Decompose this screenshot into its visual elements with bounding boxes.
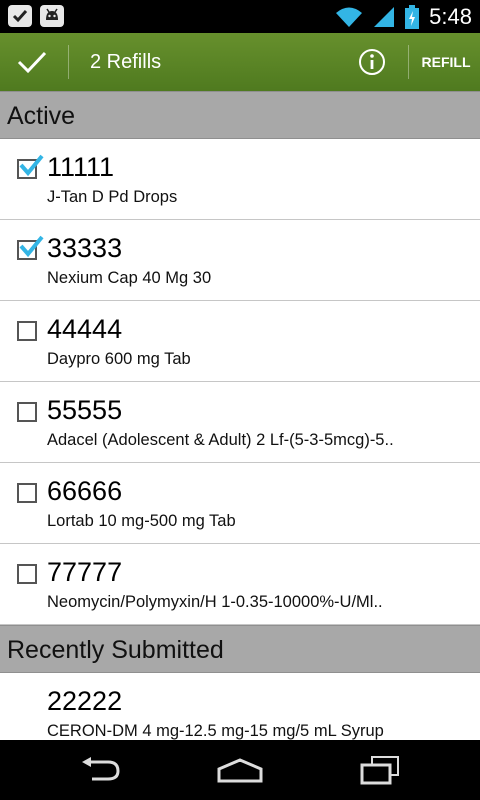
signal-icon	[374, 7, 395, 27]
list-item[interactable]: 11111 J-Tan D Pd Drops	[0, 139, 480, 220]
list-item[interactable]: 66666 Lortab 10 mg-500 mg Tab	[0, 463, 480, 544]
action-bar-divider	[408, 45, 409, 79]
android-notification-icon	[40, 5, 64, 27]
drug-name: Neomycin/Polymyxin/H 1-0.35-10000%-U/Ml.…	[47, 593, 383, 611]
back-icon	[82, 757, 120, 781]
check-icon	[19, 154, 44, 177]
clock: 5:48	[429, 4, 472, 29]
list-item[interactable]: 22222 CERON-DM 4 mg-12.5 mg-15 mg/5 mL S…	[0, 673, 480, 740]
rx-number: 11111	[47, 152, 115, 182]
recent-apps-icon	[360, 756, 399, 785]
done-button[interactable]	[14, 45, 50, 79]
refill-checkbox[interactable]	[17, 235, 44, 260]
home-icon	[217, 758, 263, 783]
done-check-icon	[17, 51, 47, 74]
section-header-recently-submitted: Recently Submitted	[0, 625, 480, 673]
refill-checkbox[interactable]	[17, 483, 37, 503]
home-button[interactable]	[210, 752, 270, 788]
status-bar: 5:48	[0, 0, 480, 33]
drug-name: Daypro 600 mg Tab	[47, 350, 191, 368]
selection-count-title: 2 Refills	[90, 51, 162, 73]
rx-number: 55555	[47, 395, 123, 425]
drug-name: Nexium Cap 40 Mg 30	[47, 269, 212, 287]
drug-name: Adacel (Adolescent & Adult) 2 Lf-(5-3-5m…	[47, 431, 394, 449]
refill-checkbox[interactable]	[17, 402, 37, 422]
refill-checkbox[interactable]	[17, 154, 44, 179]
refill-checkbox[interactable]	[17, 564, 37, 584]
refill-button[interactable]: REFILL	[412, 33, 480, 91]
prescription-list[interactable]: Active 11111 J-Tan D Pd Drops 33333 Nexi…	[0, 91, 480, 740]
list-item[interactable]: 55555 Adacel (Adolescent & Adult) 2 Lf-(…	[0, 382, 480, 463]
check-icon	[19, 235, 44, 258]
action-bar: 2 Refills REFILL	[0, 33, 480, 91]
check-notification-icon	[8, 5, 32, 27]
wifi-icon	[336, 7, 363, 27]
refill-checkbox[interactable]	[17, 321, 37, 341]
recent-apps-button[interactable]	[350, 752, 410, 788]
back-button[interactable]	[70, 752, 130, 788]
info-button[interactable]	[358, 48, 386, 76]
rx-number: 77777	[47, 557, 123, 587]
list-item[interactable]: 44444 Daypro 600 mg Tab	[0, 301, 480, 382]
rx-number: 44444	[47, 314, 123, 344]
section-header-active: Active	[0, 91, 480, 139]
drug-name: Lortab 10 mg-500 mg Tab	[47, 512, 236, 530]
battery-charging-icon	[405, 5, 420, 29]
info-icon	[359, 49, 385, 75]
drug-name: CERON-DM 4 mg-12.5 mg-15 mg/5 mL Syrup	[47, 722, 384, 740]
rx-number: 66666	[47, 476, 123, 506]
rx-number: 33333	[47, 233, 123, 263]
notification-area	[8, 5, 64, 27]
action-bar-divider	[68, 45, 69, 79]
navigation-bar	[0, 740, 480, 800]
drug-name: J-Tan D Pd Drops	[47, 188, 178, 206]
rx-number: 22222	[47, 686, 123, 716]
system-status-area: 5:48	[335, 4, 472, 30]
list-item[interactable]: 77777 Neomycin/Polymyxin/H 1-0.35-10000%…	[0, 544, 480, 625]
list-item[interactable]: 33333 Nexium Cap 40 Mg 30	[0, 220, 480, 301]
